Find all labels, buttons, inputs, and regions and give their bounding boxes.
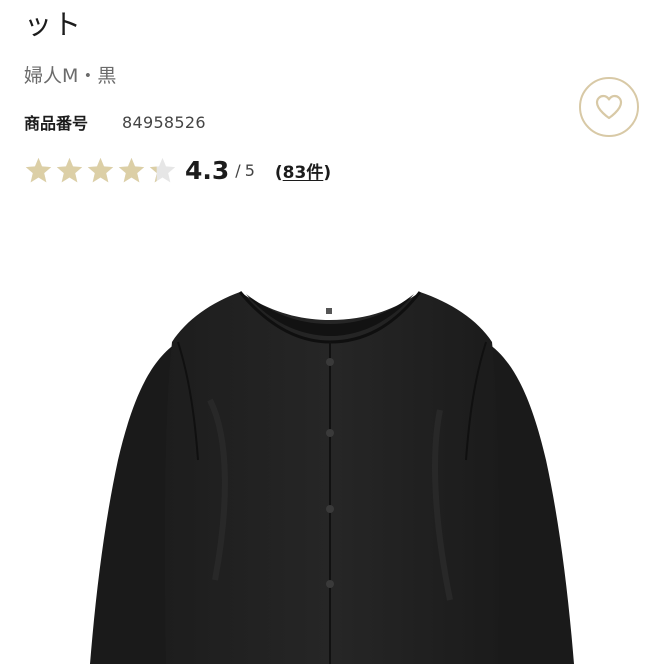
star-icon	[149, 157, 176, 182]
product-number-label: 商品番号	[24, 114, 89, 133]
review-count: 83件	[282, 162, 324, 183]
rating-value: 4.3	[185, 155, 230, 185]
jacket-body	[164, 292, 500, 664]
rating-row: 4.3 / 5 (83件)	[24, 152, 331, 188]
favorite-button[interactable]	[579, 77, 639, 137]
jacket-snap	[326, 429, 334, 437]
product-image	[90, 291, 574, 664]
star-icon	[25, 157, 52, 182]
review-close-paren: )	[323, 162, 332, 183]
star-icon	[87, 157, 114, 182]
product-number-value: 84958526	[122, 112, 206, 132]
jacket-label	[326, 308, 332, 314]
star-icon	[56, 157, 83, 182]
rating-stars	[24, 156, 177, 185]
star-icon	[118, 157, 145, 182]
product-title: ット	[24, 8, 83, 41]
review-open-paren: (	[274, 162, 283, 183]
heart-icon	[595, 94, 623, 120]
rating-max: 5	[244, 160, 255, 180]
jacket-snap	[326, 505, 334, 513]
product-variant: 婦人M・黒	[24, 65, 117, 87]
review-count-link[interactable]: (83件)	[275, 158, 331, 183]
rating-separator: /	[235, 160, 241, 180]
jacket-snap	[326, 358, 334, 366]
product-number-row: 商品番号 84958526	[24, 110, 206, 134]
jacket-snap	[326, 580, 334, 588]
